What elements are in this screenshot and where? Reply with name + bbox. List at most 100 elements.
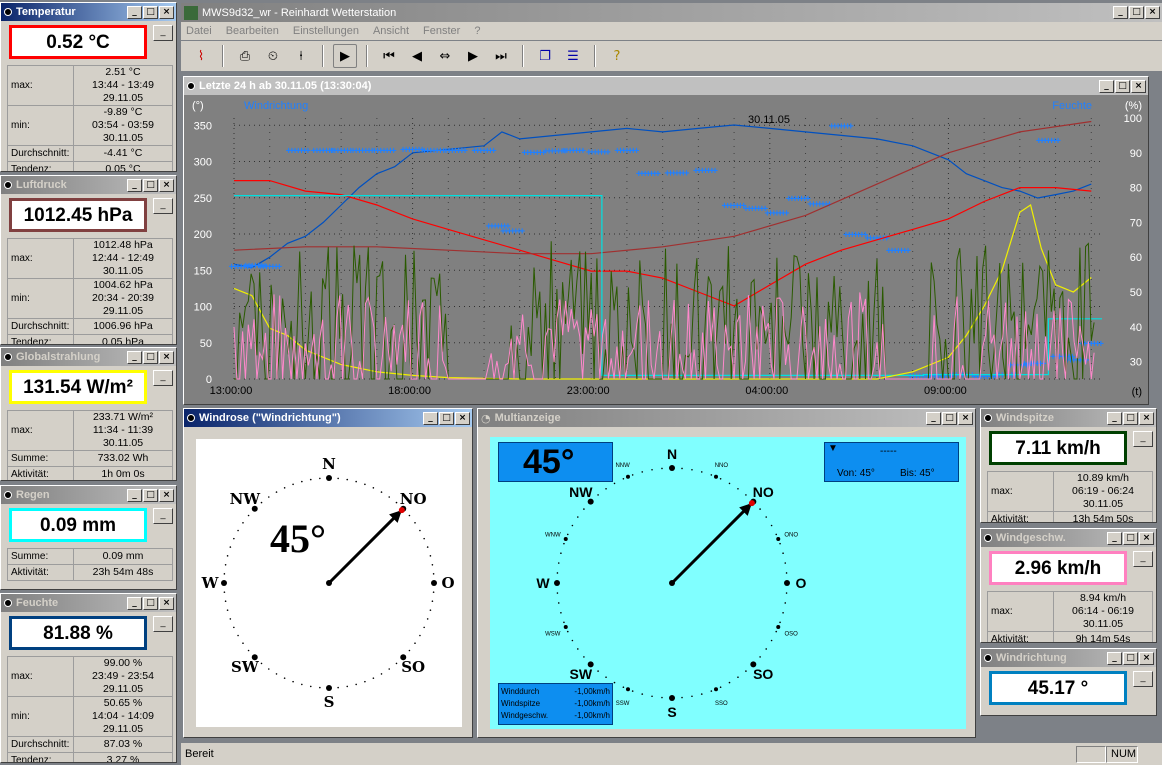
panel-minimize-button[interactable]: _ bbox=[153, 198, 173, 214]
printer-icon[interactable]: ⎙ bbox=[233, 44, 257, 68]
play-icon[interactable]: ▶ bbox=[333, 44, 357, 68]
panel-title-bar[interactable]: Regen _ □ × bbox=[1, 486, 176, 504]
step-back-icon[interactable]: ◀ bbox=[405, 44, 429, 68]
panel-regen[interactable]: Regen _ □ × 0.09 mm _ Summe: 0.09 mm Aktivit… bbox=[0, 485, 177, 590]
app-close-button[interactable]: × bbox=[1145, 6, 1160, 19]
panel-title-bar[interactable]: Temperatur _ □ × bbox=[1, 3, 176, 21]
menu-item-4[interactable]: Fenster bbox=[423, 25, 460, 37]
maximize-button[interactable]: □ bbox=[1123, 411, 1138, 425]
close-button[interactable]: × bbox=[1139, 411, 1154, 425]
stat-value: 0.05 °C bbox=[73, 161, 173, 171]
panel-feuchte[interactable]: Feuchte _ □ × 81.88 % _ max: 99.00 % 23:49 -… bbox=[0, 593, 177, 763]
stat-label: Aktivität: bbox=[987, 511, 1054, 522]
graph-icon[interactable]: ⍿ bbox=[289, 44, 313, 68]
panel-title-bar[interactable]: Windgeschw. _ □ × bbox=[981, 529, 1156, 547]
maximize-button[interactable]: □ bbox=[143, 350, 158, 364]
panel-minimize-button[interactable]: _ bbox=[153, 370, 173, 386]
panel-minimize-button[interactable]: _ bbox=[1133, 551, 1153, 567]
panel-title-bar[interactable]: Feuchte _ □ × bbox=[1, 594, 176, 612]
panel-globalstrahlung[interactable]: Globalstrahlung _ □ × 131.54 W/m² _ max: 23… bbox=[0, 347, 177, 481]
minimize-button[interactable]: _ bbox=[127, 488, 142, 502]
maximize-button[interactable]: □ bbox=[1123, 651, 1138, 665]
close-button[interactable]: × bbox=[159, 350, 174, 364]
minimize-button[interactable]: _ bbox=[1099, 79, 1114, 93]
panel-minimize-button[interactable]: _ bbox=[153, 508, 173, 524]
window-dot-icon bbox=[4, 181, 12, 189]
menu-item-2[interactable]: Einstellungen bbox=[293, 25, 359, 37]
stat-value: 1004.62 hPa 20:34 - 20:39 29.11.05 bbox=[73, 278, 173, 319]
close-button[interactable]: × bbox=[958, 411, 973, 425]
multi-title-bar[interactable]: ◔ Multianzeige _ □ × bbox=[478, 409, 975, 427]
minimize-button[interactable]: _ bbox=[1107, 651, 1122, 665]
app-title-bar[interactable]: MWS9d32_wr - Reinhardt Wetterstation _ □ × bbox=[181, 3, 1162, 22]
minimize-button[interactable]: _ bbox=[127, 5, 142, 19]
panel-minimize-button[interactable]: _ bbox=[1133, 671, 1153, 687]
tile-icon[interactable]: ☰ bbox=[561, 44, 585, 68]
app-minimize-button[interactable]: _ bbox=[1113, 6, 1128, 19]
minimize-button[interactable]: _ bbox=[1107, 531, 1122, 545]
maximize-button[interactable]: □ bbox=[1115, 79, 1130, 93]
compass-label-n: N bbox=[667, 446, 677, 462]
minimize-button[interactable]: _ bbox=[127, 178, 142, 192]
minimize-button[interactable]: _ bbox=[926, 411, 941, 425]
panel-minimize-button[interactable]: _ bbox=[153, 616, 173, 632]
panel-title-bar[interactable]: Globalstrahlung _ □ × bbox=[1, 348, 176, 366]
menu-item-3[interactable]: Ansicht bbox=[373, 25, 409, 37]
maximize-button[interactable]: □ bbox=[143, 178, 158, 192]
gauge-icon: ◔ bbox=[481, 411, 491, 425]
clock-icon[interactable]: ⏲ bbox=[261, 44, 285, 68]
maximize-button[interactable]: □ bbox=[143, 596, 158, 610]
minimize-button[interactable]: _ bbox=[423, 411, 438, 425]
fast-forward-icon[interactable]: ⏭ bbox=[489, 44, 513, 68]
compass-tick bbox=[605, 487, 607, 490]
maximize-button[interactable]: □ bbox=[1123, 531, 1138, 545]
chart-title-bar[interactable]: Letzte 24 h ab 30.11.05 (13:30:04) _ □ × bbox=[184, 77, 1148, 95]
panel-minimize-button[interactable]: _ bbox=[1133, 431, 1153, 447]
rewind-icon[interactable]: ⏮ bbox=[377, 44, 401, 68]
windrose-title-bar[interactable]: Windrose ("Windrichtung") _ □ × bbox=[184, 409, 472, 427]
minimize-button[interactable]: _ bbox=[127, 350, 142, 364]
close-button[interactable]: × bbox=[159, 596, 174, 610]
compass-tick bbox=[226, 555, 229, 557]
maximize-button[interactable]: □ bbox=[143, 5, 158, 19]
menu-item-1[interactable]: Bearbeiten bbox=[226, 25, 279, 37]
close-button[interactable]: × bbox=[159, 178, 174, 192]
maximize-button[interactable]: □ bbox=[439, 411, 454, 425]
cascade-icon[interactable]: ❐ bbox=[533, 44, 557, 68]
panel-title-bar[interactable]: Luftdruck _ □ × bbox=[1, 176, 176, 194]
menu-item-5[interactable]: ? bbox=[474, 25, 480, 37]
maximize-button[interactable]: □ bbox=[942, 411, 957, 425]
panel-minimize-button[interactable]: _ bbox=[153, 25, 173, 41]
windgeschw-value: 2.96 km/h bbox=[989, 551, 1127, 585]
minimize-button[interactable]: _ bbox=[1107, 411, 1122, 425]
close-button[interactable]: × bbox=[159, 488, 174, 502]
multianzeige-window[interactable]: ◔ Multianzeige _ □ × N NO O SO S SW W NW NNO ONO OSO S… bbox=[477, 408, 976, 738]
date-label: 30.11.05 bbox=[748, 114, 790, 126]
chart-window[interactable]: Letzte 24 h ab 30.11.05 (13:30:04) _ □ × 0… bbox=[183, 76, 1149, 405]
maximize-button[interactable]: □ bbox=[143, 488, 158, 502]
close-button[interactable]: × bbox=[1131, 79, 1146, 93]
panel-windspitze[interactable]: Windspitze _ □ × 7.11 km/h _ max: 10.89 km/… bbox=[980, 408, 1157, 523]
app-maximize-button[interactable]: □ bbox=[1129, 6, 1144, 19]
step-forward-icon[interactable]: ▶ bbox=[461, 44, 485, 68]
windrose-window[interactable]: Windrose ("Windrichtung") _ □ × N NO O SO S SW W… bbox=[183, 408, 473, 738]
panel-title-bar[interactable]: Windspitze _ □ × bbox=[981, 409, 1156, 427]
menu-item-0[interactable]: Datei bbox=[186, 25, 212, 37]
close-button[interactable]: × bbox=[159, 5, 174, 19]
close-button[interactable]: × bbox=[455, 411, 470, 425]
close-button[interactable]: × bbox=[1139, 531, 1154, 545]
panel-title-bar[interactable]: Windrichtung _ □ × bbox=[981, 649, 1156, 667]
panel-luftdruck[interactable]: Luftdruck _ □ × 1012.45 hPa _ max: 1012.48 … bbox=[0, 175, 177, 345]
panel-windrichtung[interactable]: Windrichtung _ □ × 45.17 ° _ bbox=[980, 648, 1157, 716]
close-button[interactable]: × bbox=[1139, 651, 1154, 665]
panel-temperatur[interactable]: Temperatur _ □ × 0.52 °C _ max: 2.51 °C 13:4… bbox=[0, 2, 177, 172]
dropdown-triangle-icon[interactable]: ▼ bbox=[828, 443, 838, 454]
chart-red-icon[interactable]: ⌇ bbox=[189, 44, 213, 68]
compass-tick bbox=[563, 542, 565, 545]
panel-windgeschw[interactable]: Windgeschw. _ □ × 2.96 km/h _ max: 8.94 km/… bbox=[980, 528, 1157, 643]
compass-tick bbox=[337, 686, 339, 689]
stat-value: 1h 0m 0s bbox=[73, 466, 173, 480]
minimize-button[interactable]: _ bbox=[127, 596, 142, 610]
fit-icon[interactable]: ⇔ bbox=[433, 44, 457, 68]
help-icon[interactable]: ? bbox=[605, 44, 629, 68]
